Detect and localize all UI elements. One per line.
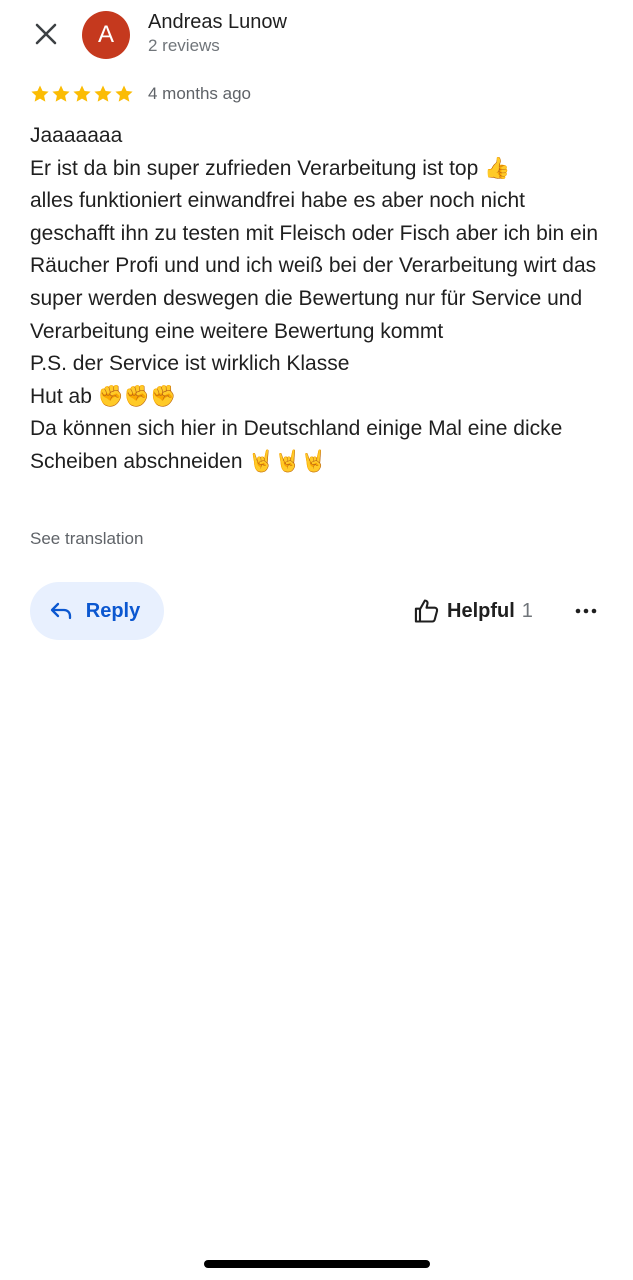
star-rating <box>30 84 134 104</box>
reply-label: Reply <box>85 599 141 622</box>
author-name[interactable]: Andreas Lunow <box>148 11 287 34</box>
home-indicator[interactable] <box>204 1260 430 1268</box>
see-translation-link[interactable]: See translation <box>30 529 143 549</box>
rating-row: 4 months ago <box>30 82 251 106</box>
helpful-label: Helpful <box>447 599 515 622</box>
more-options-button[interactable] <box>566 594 606 628</box>
close-button[interactable] <box>26 14 66 54</box>
helpful-count: 1 <box>521 599 533 622</box>
thumbs-up-icon <box>414 599 439 623</box>
star-icon <box>52 85 70 102</box>
star-icon <box>94 85 112 102</box>
reply-arrow-icon <box>50 602 71 620</box>
star-icon <box>31 85 49 102</box>
star-icon <box>73 85 91 102</box>
review-time: 4 months ago <box>148 84 252 103</box>
reply-button[interactable]: Reply <box>30 582 164 640</box>
close-icon <box>35 23 57 45</box>
avatar-letter: A <box>97 21 114 48</box>
author-review-count: 2 reviews <box>148 36 220 55</box>
helpful-button[interactable]: Helpful 1 <box>413 594 533 628</box>
review-text: Jaaaaaaa Er ist da bin super zufrieden V… <box>30 124 599 473</box>
star-icon <box>115 85 133 102</box>
more-horizontal-icon <box>575 608 597 614</box>
avatar[interactable]: A <box>82 11 130 59</box>
